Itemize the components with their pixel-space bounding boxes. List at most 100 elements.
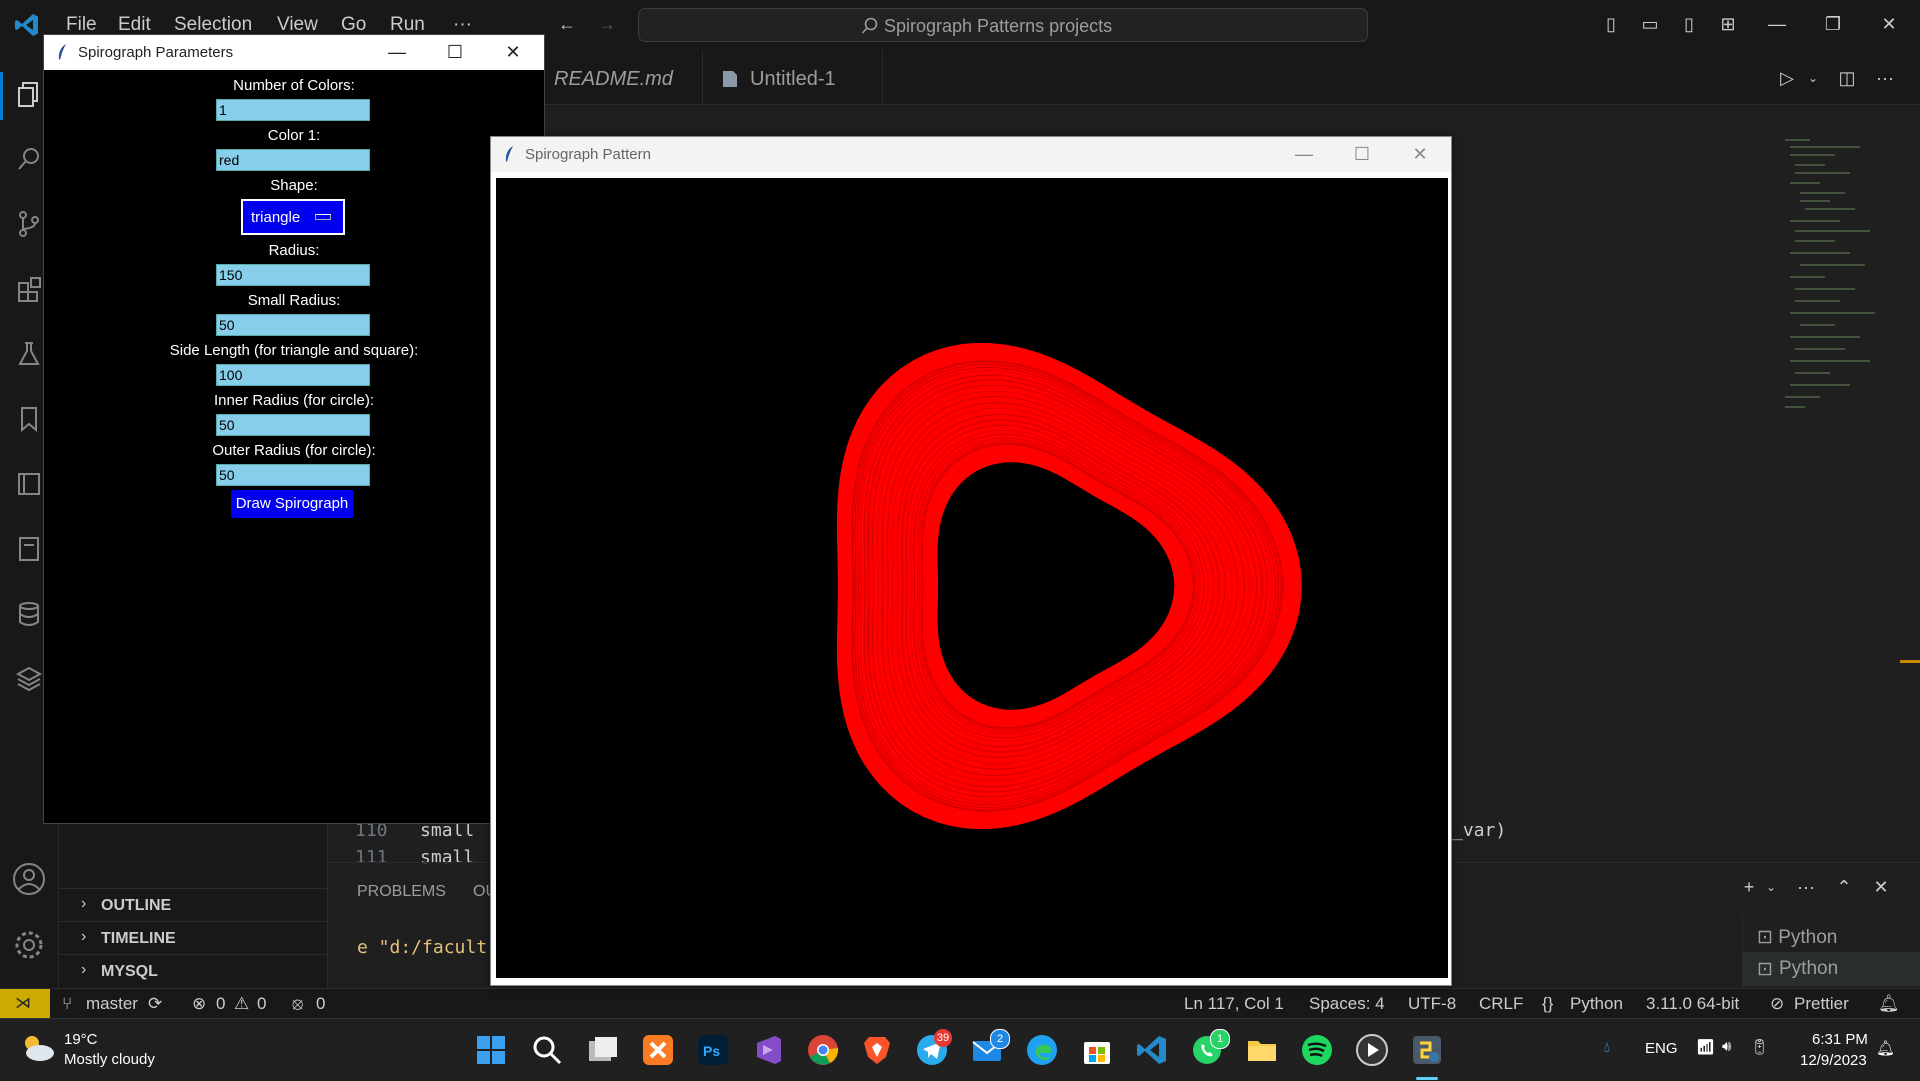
new-terminal-icon[interactable]: + bbox=[1738, 877, 1760, 897]
menu-more[interactable]: ··· bbox=[453, 14, 472, 36]
minimize-icon[interactable]: — bbox=[1766, 14, 1788, 34]
color-1-input[interactable]: red bbox=[216, 149, 370, 171]
nav-forward-icon[interactable]: → bbox=[596, 14, 618, 34]
xampp-icon[interactable] bbox=[641, 1033, 675, 1067]
draw-spirograph-button[interactable]: Draw Spirograph bbox=[231, 490, 353, 518]
menu-selection[interactable]: Selection bbox=[174, 14, 252, 36]
command-center-search[interactable]: Spirograph Patterns projects bbox=[638, 8, 1368, 42]
window-title-bar[interactable]: Spirograph Pattern — ☐ ✕ bbox=[491, 137, 1451, 172]
notifications-icon[interactable]: 🔔︎ bbox=[1876, 1039, 1895, 1057]
ports-count[interactable]: 0 bbox=[316, 994, 325, 1014]
visual-studio-icon[interactable] bbox=[751, 1033, 785, 1067]
panel-tab-problems[interactable]: PROBLEMS bbox=[357, 883, 446, 901]
remote-indicator[interactable]: ⋊ bbox=[0, 989, 50, 1019]
run-file-icon[interactable]: ▷ bbox=[1776, 68, 1798, 88]
close-panel-icon[interactable]: ✕ bbox=[1870, 877, 1892, 897]
tab-untitled[interactable]: Untitled-1 bbox=[750, 68, 836, 114]
weather-temp[interactable]: 19°C bbox=[64, 1031, 98, 1048]
microsoft-store-icon[interactable] bbox=[1080, 1033, 1114, 1067]
settings-gear-icon[interactable] bbox=[12, 928, 46, 962]
volume-icon[interactable]: 🔊︎ bbox=[1722, 1038, 1731, 1055]
minimize-icon[interactable]: — bbox=[387, 42, 407, 62]
spirograph-canvas[interactable] bbox=[496, 178, 1448, 978]
window-title-bar[interactable]: Spirograph Parameters — ☐ ✕ bbox=[44, 35, 544, 70]
clock-time[interactable]: 6:31 PM bbox=[1812, 1031, 1868, 1048]
restore-icon[interactable]: ❐ bbox=[1822, 14, 1844, 34]
edge-icon[interactable] bbox=[1025, 1033, 1059, 1067]
minimize-icon[interactable]: — bbox=[1294, 144, 1314, 164]
battery-icon[interactable]: 🔋︎ bbox=[1750, 1038, 1769, 1056]
photoshop-icon[interactable]: Ps bbox=[696, 1033, 730, 1067]
customize-layout-icon[interactable]: ⊞ bbox=[1717, 14, 1739, 34]
close-icon[interactable]: ✕ bbox=[1878, 14, 1900, 34]
maximize-panel-icon[interactable]: ⌃ bbox=[1833, 877, 1855, 897]
prettier[interactable]: Prettier bbox=[1794, 994, 1849, 1014]
error-count[interactable]: 0 bbox=[216, 994, 225, 1014]
encoding[interactable]: UTF-8 bbox=[1408, 994, 1456, 1014]
database-icon[interactable] bbox=[15, 600, 43, 628]
nav-back-icon[interactable]: ← bbox=[556, 14, 578, 34]
sidebar-section-mysql[interactable]: › MYSQL bbox=[59, 954, 327, 987]
inner-radius-input[interactable]: 50 bbox=[216, 414, 370, 436]
language-mode[interactable]: Python bbox=[1570, 994, 1623, 1014]
close-icon[interactable]: ✕ bbox=[503, 42, 523, 62]
side-length-input[interactable]: 100 bbox=[216, 364, 370, 386]
terminal-item-active[interactable]: ⊡ Python bbox=[1743, 952, 1920, 986]
shape-option-menu[interactable]: triangle bbox=[241, 199, 345, 235]
close-icon[interactable]: ✕ bbox=[1410, 144, 1430, 164]
maximize-icon[interactable]: ☐ bbox=[445, 42, 465, 62]
search-icon[interactable] bbox=[530, 1033, 564, 1067]
python-tk-icon[interactable] bbox=[1410, 1033, 1444, 1067]
file-explorer-icon[interactable] bbox=[1245, 1033, 1279, 1067]
cursor-position[interactable]: Ln 117, Col 1 bbox=[1184, 994, 1284, 1014]
outer-radius-input[interactable]: 50 bbox=[216, 464, 370, 486]
source-control-icon[interactable] bbox=[15, 210, 43, 238]
clock-date[interactable]: 12/9/2023 bbox=[1800, 1052, 1867, 1069]
indentation[interactable]: Spaces: 4 bbox=[1309, 994, 1385, 1014]
run-debug-icon[interactable] bbox=[15, 275, 43, 303]
menu-run[interactable]: Run bbox=[390, 14, 425, 36]
media-player-icon[interactable] bbox=[1355, 1033, 1389, 1067]
toggle-sidebar-icon[interactable]: ▯ bbox=[1600, 14, 1622, 34]
split-editor-icon[interactable]: ◫ bbox=[1836, 68, 1858, 88]
tab-readme[interactable]: README.md bbox=[554, 68, 673, 114]
menu-file[interactable]: File bbox=[66, 14, 97, 36]
more-actions-icon[interactable]: ··· bbox=[1874, 68, 1896, 88]
maximize-icon[interactable]: ☐ bbox=[1352, 144, 1372, 164]
weather-desc[interactable]: Mostly cloudy bbox=[64, 1051, 155, 1068]
git-branch[interactable]: master bbox=[86, 994, 138, 1014]
terminal-item[interactable]: ⊡ Python bbox=[1757, 926, 1837, 949]
spotify-icon[interactable] bbox=[1300, 1033, 1334, 1067]
menu-view[interactable]: View bbox=[277, 14, 318, 36]
more-actions-icon[interactable]: ··· bbox=[1795, 877, 1817, 897]
windows-start-icon[interactable] bbox=[474, 1033, 508, 1067]
task-view-icon[interactable] bbox=[586, 1033, 620, 1067]
search-icon[interactable] bbox=[15, 145, 43, 173]
brave-icon[interactable] bbox=[860, 1033, 894, 1067]
sidebar-section-timeline[interactable]: › TIMELINE bbox=[59, 921, 327, 954]
toggle-secondary-sidebar-icon[interactable]: ▯ bbox=[1678, 14, 1700, 34]
warning-count[interactable]: 0 bbox=[257, 994, 266, 1014]
notifications-bell-icon[interactable]: 🔔︎ bbox=[1878, 994, 1900, 1014]
layers-icon[interactable] bbox=[15, 665, 43, 693]
vscode-icon[interactable] bbox=[1135, 1033, 1169, 1067]
menu-go[interactable]: Go bbox=[341, 14, 366, 36]
menu-edit[interactable]: Edit bbox=[118, 14, 151, 36]
small-radius-input[interactable]: 50 bbox=[216, 314, 370, 336]
sync-icon[interactable]: ⟳ bbox=[148, 994, 162, 1014]
bookmark-icon[interactable] bbox=[15, 405, 43, 433]
sidebar-section-outline[interactable]: › OUTLINE bbox=[59, 888, 327, 921]
python-interpreter[interactable]: 3.11.0 64-bit bbox=[1646, 994, 1739, 1014]
explorer-icon[interactable] bbox=[15, 80, 43, 108]
chevron-down-icon[interactable]: ⌄ bbox=[1802, 68, 1824, 88]
remote-explorer-icon[interactable] bbox=[15, 535, 43, 563]
water-drop-icon[interactable]: 💧︎ bbox=[1604, 1039, 1610, 1056]
account-icon[interactable] bbox=[12, 862, 46, 896]
chevron-down-icon[interactable]: ⌄ bbox=[1760, 877, 1782, 897]
minimap[interactable] bbox=[1780, 135, 1880, 415]
input-language[interactable]: ENG bbox=[1645, 1040, 1678, 1057]
testing-flask-icon[interactable] bbox=[15, 340, 43, 368]
chrome-icon[interactable] bbox=[806, 1033, 840, 1067]
notebook-icon[interactable] bbox=[15, 470, 43, 498]
toggle-panel-icon[interactable]: ▭ bbox=[1639, 14, 1661, 34]
